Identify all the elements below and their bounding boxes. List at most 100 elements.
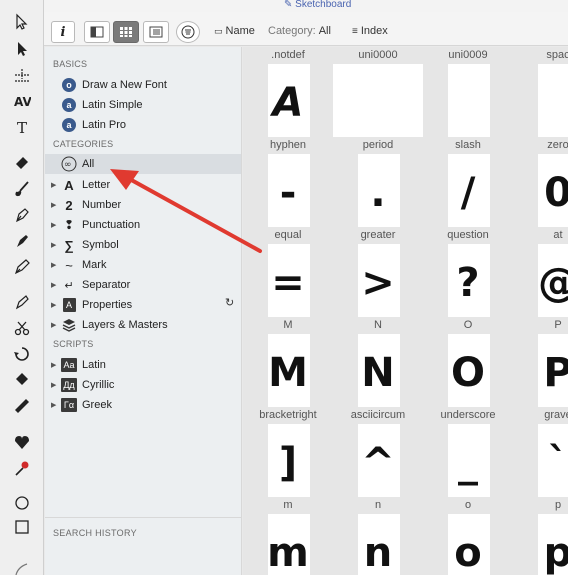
expand-triangle-icon[interactable]: ▶ [51, 301, 61, 309]
document-title: ✎ Sketchboard [284, 0, 352, 10]
info-button[interactable]: i [51, 21, 75, 43]
expand-triangle-icon[interactable]: ▶ [51, 201, 61, 209]
glyph-name: equal [274, 229, 302, 241]
rotate-tool-icon[interactable] [8, 342, 36, 366]
curve-tool-icon[interactable] [8, 556, 36, 575]
glyph-cell[interactable]: pp [513, 497, 568, 575]
script-latin[interactable]: ▶ Aa Latin [45, 355, 241, 375]
glyph-name: bracketright [259, 409, 317, 421]
calligraphy-pen-icon[interactable] [8, 229, 36, 253]
glyph-cell[interactable]: bracketright] [243, 407, 333, 497]
expand-triangle-icon[interactable]: ▶ [51, 321, 61, 329]
glyph-cell[interactable]: slash / [423, 137, 513, 227]
list-view-button[interactable] [143, 21, 169, 43]
glyph-cell[interactable]: PP [513, 317, 568, 407]
expand-triangle-icon[interactable]: ▶ [51, 401, 61, 409]
category-filter[interactable]: Category: All [268, 25, 331, 37]
glyph-cell[interactable]: period. [333, 137, 423, 227]
glyph-cell[interactable]: underscore _ [423, 407, 513, 497]
brush-tool-icon[interactable] [8, 177, 36, 201]
eraser-tool-icon[interactable] [8, 150, 36, 174]
glyph-name: m [283, 499, 293, 511]
category-layers-masters[interactable]: ▶ Layers & Masters [45, 315, 241, 335]
name-sort-icon: ▭ [214, 25, 223, 36]
glyph-cell[interactable]: zero 0 [513, 137, 568, 227]
glyph-cell[interactable]: uni0009 [423, 47, 513, 137]
expand-triangle-icon[interactable]: ▶ [51, 241, 61, 249]
expand-triangle-icon[interactable]: ▶ [51, 381, 61, 389]
single-panel-view-button[interactable] [84, 21, 110, 43]
glyph-cell[interactable]: spac [513, 47, 568, 137]
refresh-icon[interactable]: ↻ [225, 296, 234, 309]
fill-tool-icon[interactable] [8, 368, 36, 392]
glyph-cell[interactable]: nn [333, 497, 423, 575]
pen-tool-icon[interactable] [8, 203, 36, 227]
glyph-name: .notdef [271, 49, 305, 61]
basics-header: BASICS [53, 59, 88, 69]
expand-triangle-icon[interactable]: ▶ [51, 281, 61, 289]
glyph-cell[interactable]: oo [423, 497, 513, 575]
glyph-name: grave [544, 409, 568, 421]
kerning-tool-icon[interactable]: AV [8, 89, 36, 113]
glyph-cell[interactable]: OO [423, 317, 513, 407]
circle-tool-icon[interactable] [8, 491, 36, 515]
expand-triangle-icon[interactable]: ▶ [51, 361, 61, 369]
glyph-cell[interactable]: grave ` [513, 407, 568, 497]
index-sort[interactable]: ≡ Index [352, 25, 388, 37]
expand-triangle-icon[interactable]: ▶ [51, 221, 61, 229]
glyph-name: spac [546, 49, 568, 61]
basics-item-latin-simple[interactable]: a Latin Simple [45, 95, 241, 115]
category-properties[interactable]: ▶ A Properties [45, 295, 241, 315]
glyph-name: M [283, 319, 293, 331]
glyph-cell[interactable]: hyphen - [243, 137, 333, 227]
pencil-tool-icon[interactable] [8, 255, 36, 279]
category-letter[interactable]: ▶ A Letter [45, 175, 241, 195]
select-outline-tool-icon[interactable] [8, 10, 36, 34]
glyph-cell[interactable]: mm [243, 497, 333, 575]
select-tool-icon[interactable] [8, 37, 36, 61]
glyph-name: uni0009 [448, 49, 488, 61]
glyph-cell[interactable]: MM [243, 317, 333, 407]
basics-item-draw-new-font[interactable]: o Draw a New Font [45, 75, 241, 95]
glyph-cell[interactable]: greater > [333, 227, 423, 317]
basics-item-label: Draw a New Font [82, 79, 167, 91]
glyph-cell[interactable]: .notdef A [243, 47, 333, 137]
sort-by-name[interactable]: ▭ Name [214, 25, 255, 37]
category-symbol[interactable]: ▶ ∑ Symbol [45, 235, 241, 255]
glyph-cell[interactable]: uni0000 [333, 47, 423, 137]
primitive-tool-icon[interactable] [8, 290, 36, 314]
scissors-tool-icon[interactable] [8, 316, 36, 340]
glyph-name: period [362, 139, 394, 151]
glyph-cell[interactable]: equal = [243, 227, 333, 317]
eyedropper-tool-icon[interactable] [8, 456, 36, 480]
heart-tool-icon[interactable] [8, 430, 36, 454]
glyph-name: O [463, 319, 473, 331]
glyph-name: at [553, 229, 563, 241]
category-number[interactable]: ▶ 2 Number [45, 195, 241, 215]
glyph-cell[interactable]: question? [423, 227, 513, 317]
glyph-cell[interactable]: asciicircum ^ [333, 407, 423, 497]
basics-item-latin-pro[interactable]: a Latin Pro [45, 115, 241, 135]
glyph-cell[interactable]: NN [333, 317, 423, 407]
text-tool-icon[interactable]: T [8, 115, 36, 139]
rectangle-tool-icon[interactable] [8, 515, 36, 539]
expand-triangle-icon[interactable]: ▶ [51, 181, 61, 189]
categories-header: CATEGORIES [53, 139, 114, 149]
category-punctuation[interactable]: ▶ ❢ Punctuation [45, 215, 241, 235]
glyph-char: P [543, 350, 568, 396]
filter-button[interactable] [176, 21, 200, 43]
layers-icon [61, 317, 77, 333]
category-separator[interactable]: ▶ ↵ Separator [45, 275, 241, 295]
category-all[interactable]: ∞ All [45, 154, 241, 174]
measure-tool-icon[interactable] [8, 394, 36, 418]
glyph-cell[interactable]: at @ [513, 227, 568, 317]
expand-triangle-icon[interactable]: ▶ [51, 261, 61, 269]
script-cyrillic[interactable]: ▶ Дд Cyrillic [45, 375, 241, 395]
glyph-char: > [361, 260, 395, 306]
infinity-icon: ∞ [61, 156, 77, 172]
script-greek[interactable]: ▶ Γα Greek [45, 395, 241, 415]
baseline-tool-icon[interactable] [8, 63, 36, 87]
grid-view-button[interactable] [113, 21, 139, 43]
glyph-name: asciicircum [350, 409, 406, 421]
category-mark[interactable]: ▶ ~ Mark [45, 255, 241, 275]
